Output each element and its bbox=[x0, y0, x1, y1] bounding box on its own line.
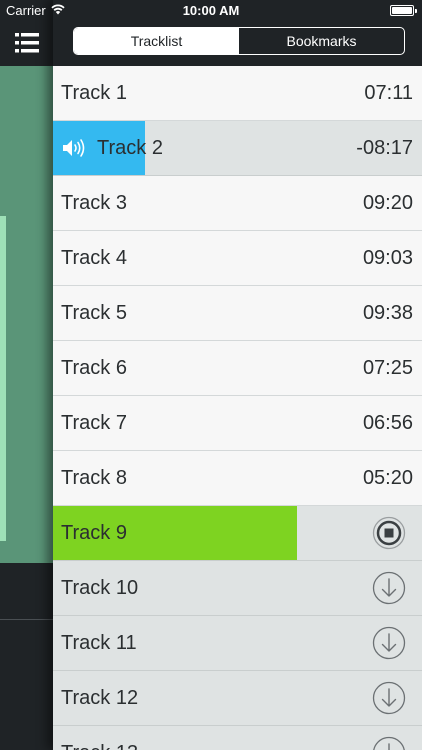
track-duration: 06:56 bbox=[362, 412, 413, 434]
track-row[interactable]: Track 7 06:56 bbox=[53, 396, 422, 451]
track-duration: 07:11 bbox=[364, 82, 413, 104]
track-name: Track 10 bbox=[61, 577, 139, 599]
track-row[interactable]: Track 11 bbox=[53, 616, 422, 671]
track-name: Track 3 bbox=[61, 192, 127, 214]
side-menu-accent-bar bbox=[0, 216, 6, 541]
track-name: Track 12 bbox=[61, 687, 139, 709]
side-menu-highlight bbox=[0, 66, 53, 563]
track-duration: 09:38 bbox=[362, 302, 413, 324]
track-name: Track 13 bbox=[61, 726, 138, 750]
track-row[interactable]: Track 13 bbox=[53, 726, 422, 750]
track-list: Track 1 07:11 Track 2 -08:17 Track 3 09:20 Tra… bbox=[53, 66, 422, 750]
track-name: Track 5 bbox=[61, 302, 127, 324]
hamburger-menu-icon[interactable] bbox=[14, 30, 40, 56]
remaining-time: -08:17 bbox=[356, 137, 413, 159]
track-row[interactable]: Track 9 bbox=[53, 506, 422, 561]
track-name: Track 11 bbox=[61, 632, 137, 654]
track-row[interactable]: Track 6 07:25 bbox=[53, 341, 422, 396]
status-bar: Carrier 10:00 AM bbox=[0, 0, 422, 22]
status-time: 10:00 AM bbox=[182, 3, 240, 18]
track-row[interactable]: Track 1 07:11 bbox=[53, 66, 422, 121]
tracklist-panel: Tracklist Bookmarks Track 1 07:11 Track 2 -0… bbox=[53, 0, 422, 750]
track-name: Track 8 bbox=[61, 467, 127, 489]
stop-download-icon[interactable] bbox=[372, 516, 406, 550]
track-name: Track 9 bbox=[61, 522, 127, 544]
download-icon[interactable] bbox=[372, 736, 406, 750]
track-duration: 07:25 bbox=[362, 357, 413, 379]
tab-tracklist[interactable]: Tracklist bbox=[74, 28, 239, 54]
track-row[interactable]: Track 4 09:03 bbox=[53, 231, 422, 286]
track-name: Track 7 bbox=[61, 412, 127, 434]
track-duration: 09:03 bbox=[362, 247, 413, 269]
track-row[interactable]: Track 8 05:20 bbox=[53, 451, 422, 506]
download-icon[interactable] bbox=[372, 681, 406, 715]
side-menu bbox=[0, 0, 53, 750]
track-row[interactable]: Track 2 -08:17 bbox=[53, 121, 422, 176]
app-screen: Tracklist Bookmarks Track 1 07:11 Track 2 -0… bbox=[0, 0, 422, 750]
speaker-icon bbox=[61, 137, 87, 159]
tab-bookmarks[interactable]: Bookmarks bbox=[239, 28, 404, 54]
track-row[interactable]: Track 10 bbox=[53, 561, 422, 616]
track-row[interactable]: Track 5 09:38 bbox=[53, 286, 422, 341]
track-row[interactable]: Track 12 bbox=[53, 671, 422, 726]
track-row[interactable]: Track 3 09:20 bbox=[53, 176, 422, 231]
track-name: Track 6 bbox=[61, 357, 127, 379]
track-name: Track 4 bbox=[61, 247, 127, 269]
download-icon[interactable] bbox=[372, 626, 406, 660]
track-duration: 05:20 bbox=[362, 467, 413, 489]
battery-level bbox=[392, 7, 412, 14]
download-icon[interactable] bbox=[372, 571, 406, 605]
track-duration: 09:20 bbox=[362, 192, 413, 214]
track-name: Track 1 bbox=[61, 82, 127, 104]
battery-icon bbox=[390, 5, 417, 16]
side-menu-divider bbox=[0, 619, 53, 620]
segmented-control: Tracklist Bookmarks bbox=[73, 27, 405, 55]
track-name: Track 2 bbox=[97, 137, 163, 159]
